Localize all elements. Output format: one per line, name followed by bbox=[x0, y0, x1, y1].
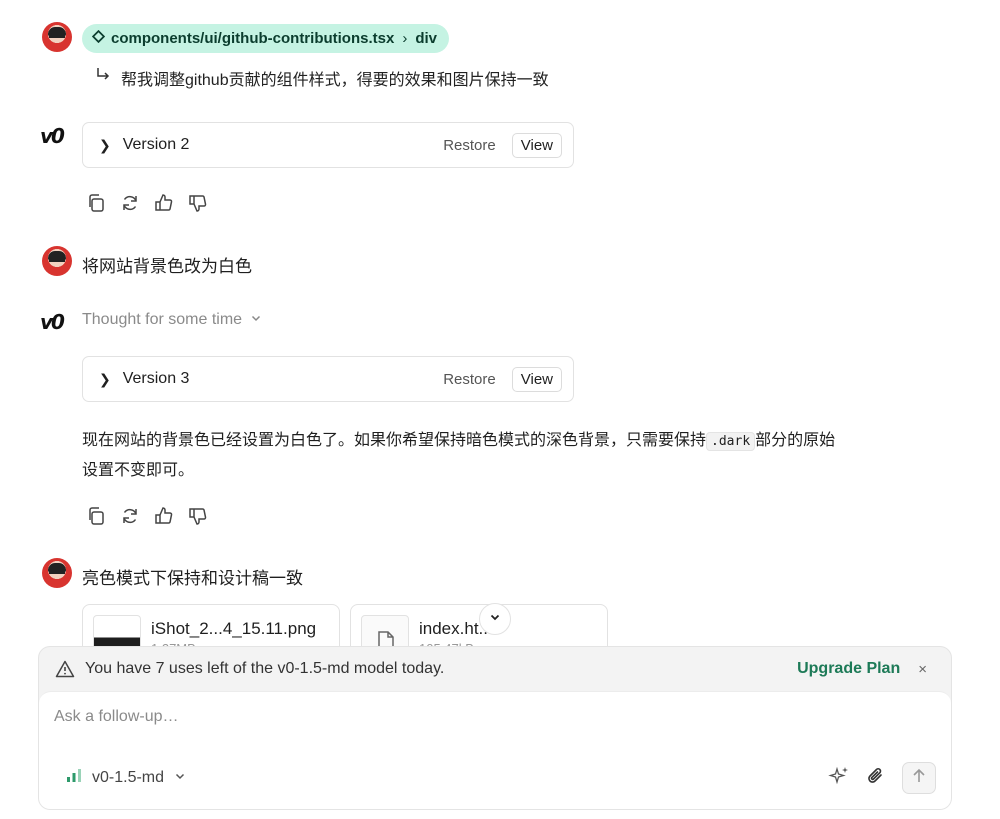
context-path: components/ui/github-contributions.tsx bbox=[111, 30, 395, 47]
version-card-3[interactable]: ❯ Version 3 Restore View bbox=[82, 356, 574, 402]
send-button[interactable] bbox=[902, 762, 936, 794]
user-avatar bbox=[42, 558, 72, 588]
user-message-text: 亮色模式下保持和设计稿一致 bbox=[82, 569, 303, 588]
view-button[interactable]: View bbox=[511, 366, 562, 392]
inline-code: .dark bbox=[706, 432, 756, 451]
input-area: v0-1.5-md bbox=[39, 691, 951, 809]
usage-banner: You have 7 uses left of the v0-1.5-md mo… bbox=[39, 647, 951, 691]
context-element: div bbox=[415, 30, 438, 47]
usage-message: You have 7 uses left of the v0-1.5-md mo… bbox=[85, 660, 445, 677]
restore-button[interactable]: Restore bbox=[443, 371, 496, 388]
chevron-right-icon[interactable]: ❯ bbox=[99, 137, 111, 154]
user-avatar bbox=[42, 246, 72, 276]
diamond-icon bbox=[91, 29, 106, 47]
warning-icon bbox=[55, 660, 75, 678]
regenerate-icon[interactable] bbox=[120, 193, 140, 213]
context-chip[interactable]: components/ui/github-contributions.tsx ›… bbox=[82, 24, 450, 53]
sparkle-icon[interactable] bbox=[828, 765, 850, 792]
close-icon[interactable]: × bbox=[918, 661, 927, 678]
v0-logo: v0 bbox=[40, 310, 65, 334]
version-title: Version 2 bbox=[122, 136, 190, 153]
chevron-down-icon bbox=[174, 769, 186, 787]
attachment-name: iShot_2...4_15.11.png bbox=[151, 619, 317, 638]
view-button[interactable]: View bbox=[511, 132, 562, 158]
copy-icon[interactable] bbox=[86, 193, 106, 213]
user-avatar bbox=[42, 22, 72, 52]
thumbs-down-icon[interactable] bbox=[188, 193, 208, 213]
model-name: v0-1.5-md bbox=[92, 768, 165, 786]
answer-text: 现在网站的背景色已经设置为白色了。如果你希望保持暗色模式的深色背景，只需要保持 bbox=[82, 432, 707, 449]
thumbs-down-icon[interactable] bbox=[188, 506, 208, 526]
user-message-text: 帮我调整github贡献的组件样式，得要的效果和图片保持一致 bbox=[121, 72, 549, 89]
message-actions bbox=[86, 193, 208, 213]
follow-up-input[interactable] bbox=[54, 708, 754, 726]
message-actions bbox=[86, 506, 208, 526]
thought-toggle[interactable]: Thought for some time bbox=[82, 311, 262, 329]
arrow-up-icon bbox=[911, 768, 927, 789]
user-message-text: 将网站背景色改为白色 bbox=[82, 257, 252, 276]
thumbs-up-icon[interactable] bbox=[154, 506, 174, 526]
reply-arrow-icon bbox=[95, 66, 111, 90]
paperclip-icon[interactable] bbox=[865, 765, 887, 792]
assistant-answer: 现在网站的背景色已经设置为白色了。如果你希望保持暗色模式的深色背景，只需要保持.… bbox=[82, 426, 842, 485]
signal-bars-icon bbox=[66, 768, 82, 787]
chevron-down-icon bbox=[250, 311, 262, 329]
v0-logo: v0 bbox=[40, 124, 65, 148]
chevron-down-icon bbox=[489, 610, 501, 628]
version-title: Version 3 bbox=[122, 370, 190, 387]
thought-label: Thought for some time bbox=[82, 311, 243, 328]
scroll-down-button[interactable] bbox=[479, 603, 511, 635]
regenerate-icon[interactable] bbox=[120, 506, 140, 526]
user-message: 帮我调整github贡献的组件样式，得要的效果和图片保持一致 bbox=[95, 66, 549, 90]
composer: You have 7 uses left of the v0-1.5-md mo… bbox=[38, 646, 952, 810]
restore-button[interactable]: Restore bbox=[443, 137, 496, 154]
chevron-right-icon: › bbox=[402, 30, 408, 47]
model-selector[interactable]: v0-1.5-md bbox=[66, 768, 186, 787]
chevron-right-icon[interactable]: ❯ bbox=[99, 371, 111, 388]
version-card-2[interactable]: ❯ Version 2 Restore View bbox=[82, 122, 574, 168]
copy-icon[interactable] bbox=[86, 506, 106, 526]
thumbs-up-icon[interactable] bbox=[154, 193, 174, 213]
upgrade-plan-link[interactable]: Upgrade Plan bbox=[797, 660, 900, 678]
composer-tools bbox=[828, 762, 936, 794]
